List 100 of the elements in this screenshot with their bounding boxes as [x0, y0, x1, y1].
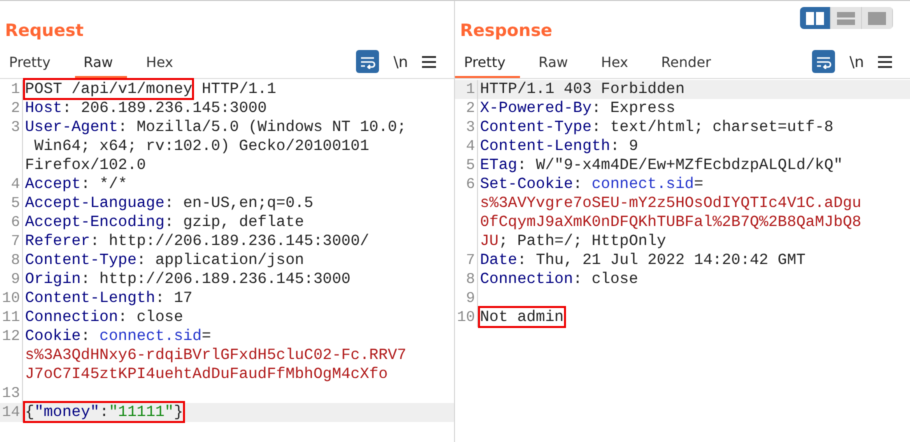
code-text: : — [573, 175, 584, 193]
wrap-lines-button[interactable] — [812, 50, 836, 73]
code-text: Win64; x64; rv:102.0) Gecko/20100101 — [33, 137, 370, 155]
view-tab[interactable]: Raw — [74, 55, 127, 78]
view-tab[interactable]: Pretty — [455, 55, 520, 78]
code-text: ; Path=/; HttpOnly — [498, 232, 666, 250]
view-tab[interactable]: Render — [652, 55, 726, 78]
newline-toggle[interactable]: \n — [393, 52, 408, 70]
header-name: Accept-Language — [25, 194, 165, 212]
header-name: Connection — [25, 308, 118, 326]
header-name: Content-Length — [25, 289, 156, 307]
highlight-box: {"money":"11111"} — [25, 403, 184, 421]
line-number: 2 — [466, 100, 475, 117]
code-text: : 206.189.236.145:3000 — [62, 99, 267, 117]
code-text: : Thu, 21 Jul 2022 14:20:42 GMT — [517, 251, 806, 269]
view-tab[interactable]: Pretty — [0, 55, 65, 78]
code-text: : 9 — [610, 137, 638, 155]
single-pane-icon — [868, 12, 886, 24]
highlight-box: POST /api/v1/money — [25, 80, 192, 98]
code-text: : Mozilla/5.0 (Windows NT 10.0; — [118, 118, 406, 136]
code-text: HTTP/1.1 — [200, 80, 276, 98]
header-name: Origin — [25, 270, 81, 288]
line-number: 7 — [466, 252, 475, 269]
header-name: Cookie — [25, 327, 81, 345]
line-number: 1 — [10, 81, 20, 98]
header-name: Content-Length — [480, 137, 610, 155]
menu-button[interactable] — [422, 56, 436, 68]
header-name: Content-Type — [480, 118, 592, 136]
header-name: X-Powered-By — [480, 99, 592, 117]
line-number: 3 — [10, 119, 20, 136]
header-name: User-Agent — [25, 118, 118, 136]
line-number: 5 — [10, 195, 20, 212]
line-number: 5 — [466, 157, 475, 174]
cookie-value: J7oC7I45ztKPI4uehtAdDuFaudFfMbhOgM4cXfo — [25, 365, 388, 383]
line-number: 7 — [10, 233, 20, 250]
cookie-name: connect.sid — [592, 175, 694, 193]
two-columns-icon — [806, 12, 824, 24]
view-tab[interactable]: Hex — [592, 55, 642, 78]
code-text: : en-US,en;q=0.5 — [164, 194, 314, 212]
cookie-name: connect.sid — [99, 327, 202, 345]
line-number: 6 — [10, 214, 20, 231]
code-text: : http://206.189.236.145:3000 — [80, 270, 351, 288]
line-number: 4 — [10, 176, 20, 193]
line-number: 11 — [2, 309, 20, 326]
header-name: Referer — [25, 232, 90, 250]
code-text: : 17 — [155, 289, 192, 307]
code-text: : text/html; charset=utf-8 — [592, 118, 834, 136]
line-number: 9 — [10, 271, 20, 288]
cookie-value: s%3AVYvgre7oSEU-mY2z5HOsOdIYQTIc4V1C.aDgu — [480, 194, 862, 212]
header-name: ETag — [480, 156, 518, 174]
code-text: HTTP/1.1 403 Forbidden — [480, 80, 685, 98]
wrap-lines-button[interactable] — [356, 50, 380, 73]
header-name: Accept-Encoding — [25, 213, 165, 231]
cookie-value: s%3A3QdHNxy6-rdqiBVrlGFxdH5cluC02-Fc.RRV7 — [25, 346, 406, 364]
line-number: 3 — [466, 119, 475, 136]
header-name: Content-Type — [25, 251, 137, 269]
line-number: 13 — [2, 385, 20, 402]
menu-button[interactable] — [878, 56, 892, 68]
code-text: : close — [118, 308, 184, 326]
line-number: 2 — [10, 100, 20, 117]
line-number: 8 — [466, 271, 475, 288]
line-number: 10 — [456, 309, 475, 326]
code-text: : — [80, 327, 92, 345]
panel-title: Response — [460, 21, 552, 43]
header-name: Date — [480, 251, 518, 269]
menu-icon — [878, 56, 892, 68]
code-text: Firefox/102.0 — [25, 156, 146, 174]
code-text: : */* — [80, 175, 128, 193]
view-tab[interactable]: Hex — [136, 55, 188, 78]
line-number: 9 — [466, 290, 475, 307]
code-text: : http://206.189.236.145:3000/ — [90, 232, 370, 250]
wrap-lines-icon — [360, 54, 376, 68]
line-number: 8 — [10, 252, 20, 269]
code-text: = — [694, 175, 704, 193]
line-number: 10 — [2, 290, 20, 307]
code-text: : application/json — [136, 251, 304, 269]
line-number: 12 — [2, 328, 20, 345]
line-number: 4 — [466, 138, 475, 155]
code-text: : gzip, deflate — [164, 213, 304, 231]
header-name: Set-Cookie — [480, 175, 574, 193]
line-number: 14 — [2, 404, 20, 421]
newline-toggle[interactable]: \n — [849, 52, 864, 70]
code-text: : Express — [592, 99, 676, 117]
code-text: : close — [573, 270, 638, 288]
two-rows-icon — [837, 12, 855, 24]
highlight-box: Not admin — [480, 308, 564, 326]
header-name: Accept — [25, 175, 81, 193]
line-number: 6 — [466, 176, 475, 193]
split-columns-button[interactable] — [800, 7, 831, 29]
menu-icon — [422, 56, 436, 68]
cookie-value: JU — [480, 232, 499, 250]
panel-title: Request — [5, 21, 84, 43]
code-text: : W/"9-x4m4DE/Ew+MZfEcbdzpALQLd/kQ" — [517, 156, 843, 174]
header-name: Connection — [480, 270, 574, 288]
cookie-value: 0fCqymJ9aXmK0nDFQKhTUBFal%2B7Q%2B8QaMJbQ8 — [480, 213, 862, 231]
view-tab[interactable]: Raw — [530, 55, 582, 78]
line-number: 1 — [466, 81, 475, 98]
header-name: Host — [25, 99, 62, 117]
code-text: = — [202, 327, 212, 345]
wrap-lines-icon — [816, 54, 832, 68]
